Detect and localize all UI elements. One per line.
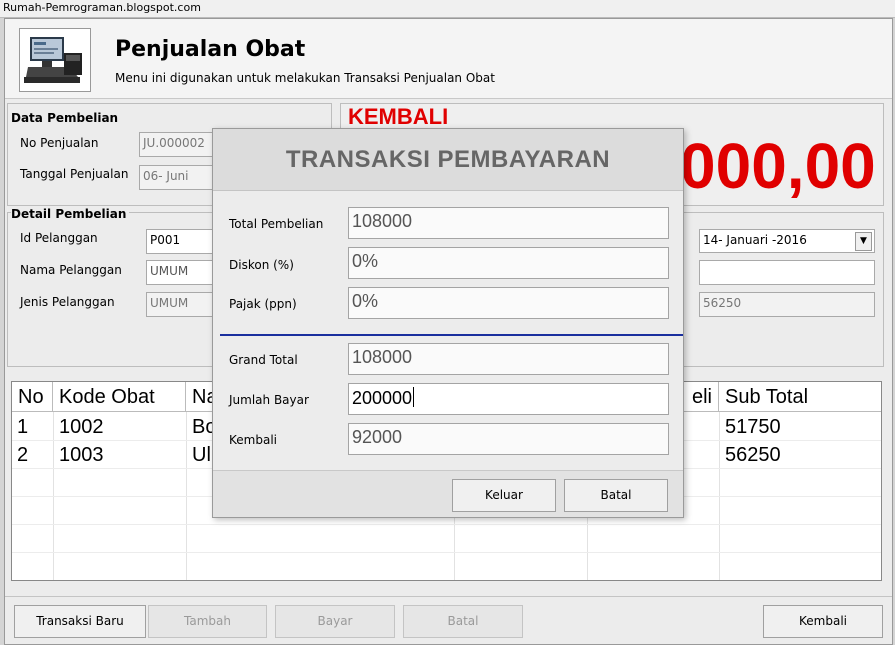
- jumlah-bayar-field[interactable]: 200000: [348, 383, 669, 415]
- nama-pelanggan-label: Nama Pelanggan: [20, 263, 122, 277]
- pajak-field[interactable]: 0%: [348, 287, 669, 319]
- table-row-2-no[interactable]: 2: [12, 443, 33, 468]
- table-row-1-subtotal[interactable]: 51750: [720, 415, 786, 440]
- jumlah-bayar-label: Jumlah Bayar: [229, 393, 309, 407]
- id-pelanggan-field[interactable]: P001: [146, 229, 220, 254]
- text-caret: [413, 387, 415, 407]
- page-title: Penjualan Obat: [115, 37, 306, 62]
- kembali-button[interactable]: Kembali: [763, 605, 883, 638]
- kembali-display-label: KEMBALI: [348, 104, 449, 129]
- chevron-down-icon[interactable]: ▼: [855, 232, 872, 251]
- page-subtitle: Menu ini digunakan untuk melakukan Trans…: [115, 71, 495, 85]
- bottom-divider: [5, 596, 892, 597]
- kembali-field[interactable]: 92000: [348, 423, 669, 455]
- table-row-2-kode[interactable]: 1003: [54, 443, 109, 468]
- tambah-button[interactable]: Tambah: [148, 605, 267, 638]
- nama-pelanggan-field[interactable]: UMUM: [146, 260, 220, 285]
- no-penjualan-field[interactable]: JU.000002: [139, 132, 219, 157]
- pharmacy-register-icon: [19, 28, 91, 92]
- jenis-pelanggan-field[interactable]: UMUM: [146, 292, 220, 317]
- table-row-1-no[interactable]: 1: [12, 415, 33, 440]
- table-row-2-subtotal[interactable]: 56250: [720, 443, 786, 468]
- grand-total-label: Grand Total: [229, 353, 298, 367]
- diskon-label: Diskon (%): [229, 258, 294, 272]
- col-header-subtotal[interactable]: Sub Total: [719, 382, 881, 412]
- tanggal-penjualan-field[interactable]: 06- Juni: [139, 165, 219, 190]
- tanggal-penjualan-label: Tanggal Penjualan: [20, 167, 129, 181]
- col-header-no[interactable]: No: [12, 382, 53, 412]
- keluar-button[interactable]: Keluar: [452, 479, 556, 512]
- pajak-label: Pajak (ppn): [229, 297, 297, 311]
- data-pembelian-heading: Data Pembelian: [11, 111, 119, 125]
- no-penjualan-label: No Penjualan: [20, 136, 99, 150]
- batal-button[interactable]: Batal: [403, 605, 523, 638]
- window-url: Rumah-Pemrograman.blogspot.com: [3, 1, 201, 14]
- dialog-batal-button[interactable]: Batal: [564, 479, 668, 512]
- grand-total-field[interactable]: 108000: [348, 343, 669, 375]
- transaksi-baru-button[interactable]: Transaksi Baru: [14, 605, 146, 638]
- detail-pembelian-heading: Detail Pembelian: [11, 207, 130, 221]
- bayar-button[interactable]: Bayar: [275, 605, 395, 638]
- jenis-pelanggan-label: Jenis Pelanggan: [20, 295, 115, 309]
- col-header-kode[interactable]: Kode Obat: [53, 382, 186, 412]
- dialog-title: TRANSAKSI PEMBAYARAN: [285, 146, 611, 173]
- tanggal-combo[interactable]: 14- Januari -2016 ▼: [699, 229, 875, 253]
- jumlah-bayar-value: 200000: [352, 388, 413, 408]
- detail-right-field[interactable]: [699, 260, 875, 285]
- dialog-separator: [220, 334, 683, 336]
- table-row-1-kode[interactable]: 1002: [54, 415, 109, 440]
- tanggal-combo-value: 14- Januari -2016: [703, 233, 807, 247]
- diskon-field[interactable]: 0%: [348, 247, 669, 279]
- kembali-display-value: 000,00: [680, 130, 876, 202]
- total-pembelian-label: Total Pembelian: [229, 217, 324, 231]
- id-pelanggan-label: Id Pelanggan: [20, 231, 98, 245]
- kembali-label: Kembali: [229, 433, 277, 447]
- detail-harga-field[interactable]: 56250: [699, 292, 875, 317]
- title-bar: Rumah-Pemrograman.blogspot.com: [0, 0, 895, 18]
- total-pembelian-field[interactable]: 108000: [348, 207, 669, 239]
